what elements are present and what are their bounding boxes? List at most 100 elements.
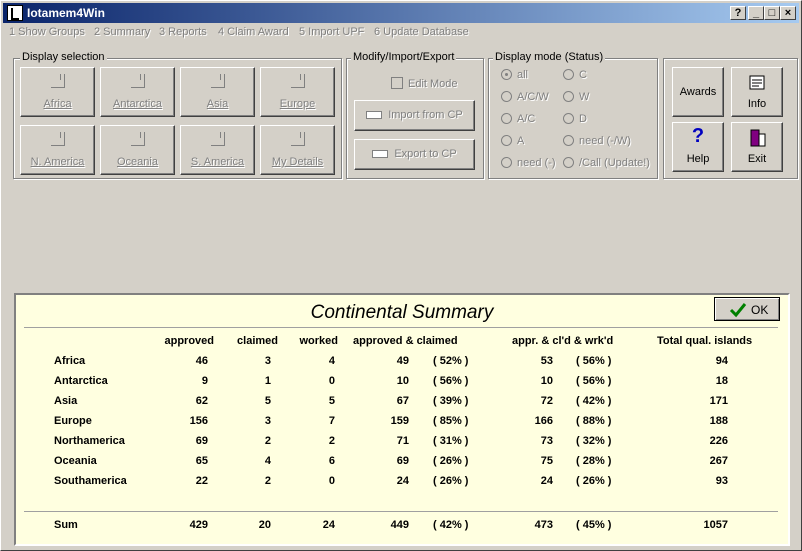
mode-call-update-radio[interactable]: /Call (Update!) <box>563 157 650 169</box>
awards-button[interactable]: Awards <box>672 67 724 117</box>
continent-icon <box>210 132 225 146</box>
my-details-button[interactable]: My Details <box>260 125 335 175</box>
row-appr-cld-wrkd: 73 <box>540 435 553 447</box>
continent-label: N. America <box>30 156 85 168</box>
display-mode-group: Display mode (Status) all C A/C/W W A/C … <box>488 51 658 179</box>
row-approved-claimed-pct: ( 52% ) <box>433 355 469 367</box>
menu-import-upf[interactable]: 5 Import UPF <box>299 26 364 38</box>
exit-button[interactable]: Exit <box>731 122 783 172</box>
row-appr-cld-wrkd-pct: ( 88% ) <box>576 415 612 427</box>
menu-update-database[interactable]: 6 Update Database <box>374 26 469 38</box>
row-claimed: 3 <box>264 415 271 427</box>
import-from-cp-button[interactable]: Import from CP <box>354 100 475 131</box>
col-header-total-qual-islands: Total qual. islands <box>657 335 753 347</box>
mode-c-radio[interactable]: C <box>563 69 587 81</box>
row-approved-claimed-pct: ( 39% ) <box>433 395 469 407</box>
continent-button-north-america[interactable]: N. America <box>20 125 95 175</box>
row-worked: 2 <box>328 435 335 447</box>
row-approved-claimed: 10 <box>396 375 409 387</box>
row-approved-claimed: 71 <box>396 435 409 447</box>
row-approved: 62 <box>195 395 208 407</box>
sum-appr-cld-wrkd-pct: ( 45% ) <box>576 519 612 531</box>
radio-icon[interactable] <box>501 91 512 102</box>
info-button[interactable]: Info <box>731 67 783 117</box>
mode-w-radio[interactable]: W <box>563 91 589 103</box>
radio-icon[interactable] <box>501 113 512 124</box>
radio-icon[interactable] <box>501 135 512 146</box>
mode-need-w-radio[interactable]: need (-/W) <box>563 135 631 147</box>
radio-icon[interactable] <box>501 157 512 168</box>
edit-mode-label: Edit Mode <box>408 78 458 90</box>
radio-icon[interactable] <box>563 157 574 168</box>
export-to-cp-button[interactable]: Export to CP <box>354 139 475 170</box>
checkbox-box[interactable] <box>391 77 403 89</box>
maximize-button[interactable]: □ <box>764 6 780 20</box>
row-appr-cld-wrkd-pct: ( 26% ) <box>576 475 612 487</box>
row-approved-claimed-pct: ( 26% ) <box>433 455 469 467</box>
row-appr-cld-wrkd-pct: ( 42% ) <box>576 395 612 407</box>
mode-ac-radio[interactable]: A/C <box>501 113 535 125</box>
continent-button-asia[interactable]: Asia <box>180 67 255 117</box>
row-continent: Oceania <box>54 455 97 467</box>
menu-claim-award[interactable]: 4 Claim Award <box>218 26 289 38</box>
col-header-approved-claimed: approved & claimed <box>353 335 458 347</box>
radio-label: W <box>579 91 590 103</box>
continent-button-oceania[interactable]: Oceania <box>100 125 175 175</box>
menu-reports[interactable]: 3 Reports <box>159 26 207 38</box>
row-approved-claimed: 24 <box>396 475 409 487</box>
main-window: Iotamem4Win ? _ □ × 1 Show Groups 2 Summ… <box>0 0 802 551</box>
menu-show-groups[interactable]: 1 Show Groups <box>9 26 85 38</box>
row-continent: Europe <box>54 415 92 427</box>
radio-icon[interactable] <box>563 69 574 80</box>
continental-summary-panel: Continental Summary OK approved claimed … <box>14 293 790 546</box>
continent-button-south-america[interactable]: S. America <box>180 125 255 175</box>
title-bar[interactable]: Iotamem4Win ? _ □ × <box>3 3 799 23</box>
radio-icon[interactable] <box>563 91 574 102</box>
row-appr-cld-wrkd: 53 <box>540 355 553 367</box>
radio-icon[interactable] <box>563 113 574 124</box>
continent-icon <box>50 132 65 146</box>
row-worked: 6 <box>328 455 335 467</box>
mode-need-radio[interactable]: need (-) <box>501 157 556 169</box>
continent-label: S. America <box>190 156 245 168</box>
help-label: Help <box>686 153 710 165</box>
continent-button-antarctica[interactable]: Antarctica <box>100 67 175 117</box>
sum-worked: 24 <box>322 519 335 531</box>
radio-label: D <box>579 113 587 125</box>
export-label: Export to CP <box>394 148 457 160</box>
col-header-worked: worked <box>299 335 338 347</box>
edit-mode-checkbox[interactable]: Edit Mode <box>391 77 458 90</box>
row-approved-claimed-pct: ( 85% ) <box>433 415 469 427</box>
sum-divider <box>24 511 778 512</box>
info-label: Info <box>747 98 767 110</box>
minimize-button[interactable]: _ <box>748 6 764 20</box>
menu-summary[interactable]: 2 Summary <box>94 26 150 38</box>
radio-icon[interactable] <box>501 69 512 80</box>
radio-label: A <box>517 135 525 147</box>
row-approved-claimed: 67 <box>396 395 409 407</box>
continent-button-europe[interactable]: Europe <box>260 67 335 117</box>
radio-label: /Call (Update!) <box>579 157 650 169</box>
ok-button[interactable]: OK <box>714 297 780 321</box>
mode-a-radio[interactable]: A <box>501 135 524 147</box>
row-appr-cld-wrkd-pct: ( 32% ) <box>576 435 612 447</box>
row-worked: 5 <box>328 395 335 407</box>
radio-label: need (-/W) <box>579 135 631 147</box>
help-button[interactable]: ? Help <box>672 122 724 172</box>
sum-total-qual-islands: 1057 <box>703 519 728 531</box>
row-appr-cld-wrkd: 24 <box>540 475 553 487</box>
display-selection-label: Display selection <box>20 51 107 63</box>
continent-button-africa[interactable]: Africa <box>20 67 95 117</box>
display-mode-label: Display mode (Status) <box>493 51 606 63</box>
radio-icon[interactable] <box>563 135 574 146</box>
continent-label: Oceania <box>117 156 158 168</box>
sum-approved-claimed-pct: ( 42% ) <box>433 519 469 531</box>
mode-d-radio[interactable]: D <box>563 113 587 125</box>
display-selection-group: Display selection Africa Antarctica Asia… <box>13 51 342 179</box>
mode-all-radio[interactable]: all <box>501 69 528 81</box>
help-title-button[interactable]: ? <box>730 6 746 20</box>
sum-appr-cld-wrkd: 473 <box>534 519 553 531</box>
close-button[interactable]: × <box>780 6 796 20</box>
mode-acw-radio[interactable]: A/C/W <box>501 91 549 103</box>
radio-label: all <box>517 69 529 81</box>
